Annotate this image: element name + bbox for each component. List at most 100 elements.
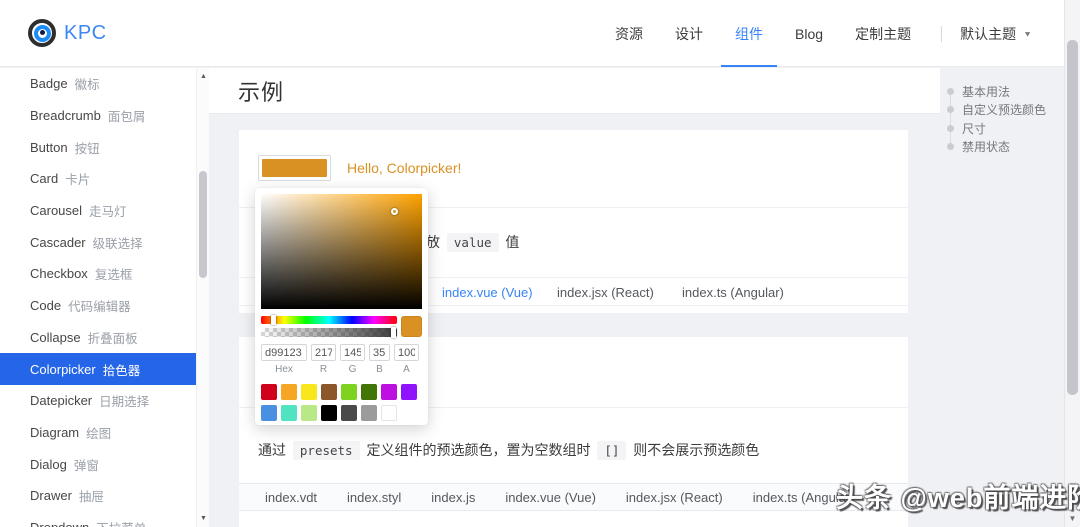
toc-bullet-icon xyxy=(947,88,954,95)
sidebar-scrollbar[interactable]: ▲ ▼ xyxy=(196,68,209,527)
alpha-slider[interactable] xyxy=(261,328,397,337)
sidebar-item-datepicker[interactable]: Datepicker日期选择 xyxy=(0,385,196,417)
kpc-logo-icon xyxy=(28,19,56,47)
alpha-input[interactable] xyxy=(394,344,419,361)
preset-color-swatch[interactable] xyxy=(401,384,417,400)
toc-bullet-icon xyxy=(947,106,954,113)
toc-item[interactable]: 尺寸 xyxy=(947,119,1077,138)
preset-color-swatch[interactable] xyxy=(341,384,357,400)
toc-item[interactable]: 基本用法 xyxy=(947,82,1077,101)
saturation-panel[interactable] xyxy=(261,194,422,309)
preset-color-swatch[interactable] xyxy=(341,405,357,421)
nav-item[interactable]: 设计 xyxy=(675,0,703,67)
preset-color-swatch[interactable] xyxy=(381,384,397,400)
blue-label: B xyxy=(376,364,383,375)
scroll-up-icon[interactable]: ▲ xyxy=(197,73,210,80)
component-sidebar: Badge徽标Breadcrumb面包屑Button按钮Card卡片Carous… xyxy=(0,68,196,527)
page-scrollbar-thumb[interactable] xyxy=(1067,40,1078,395)
sidebar-item-badge[interactable]: Badge徽标 xyxy=(0,68,196,100)
preset-color-swatch[interactable] xyxy=(321,384,337,400)
file-tab[interactable]: index.jsx (React) xyxy=(626,490,723,505)
logo-text: KPC xyxy=(64,22,107,45)
preset-color-swatch[interactable] xyxy=(361,384,377,400)
hue-slider-handle[interactable] xyxy=(271,315,276,325)
preset-colors xyxy=(261,384,422,421)
kpc-logo[interactable]: KPC xyxy=(28,19,107,47)
file-tab[interactable]: index.vue (Vue) xyxy=(442,278,533,306)
sidebar-item-dialog[interactable]: Dialog弹窗 xyxy=(0,448,196,480)
toc-list: 基本用法自定义预选颜色尺寸禁用状态 xyxy=(947,82,1077,156)
nav-item[interactable]: Blog xyxy=(795,0,823,67)
nav-item[interactable]: 资源 xyxy=(615,0,643,67)
toc-item[interactable]: 自定义预选颜色 xyxy=(947,101,1077,120)
sidebar-item-diagram[interactable]: Diagram绘图 xyxy=(0,417,196,449)
colorpicker-trigger[interactable] xyxy=(258,155,331,181)
preset-color-swatch[interactable] xyxy=(281,405,297,421)
watermark: 头条 @web前端进阶 xyxy=(836,476,1080,515)
example2-desc: 通过 presets 定义组件的预选颜色，置为空数组时 [] 则不会展示预选颜色 xyxy=(258,440,759,460)
swatch-fill xyxy=(262,159,327,177)
alpha-slider-handle[interactable] xyxy=(391,327,396,338)
nav-item[interactable]: 组件 xyxy=(735,0,763,67)
preset-row-2 xyxy=(261,405,422,421)
hello-text: Hello, Colorpicker! xyxy=(347,160,461,176)
preset-color-swatch[interactable] xyxy=(301,384,317,400)
inline-code: value xyxy=(447,233,499,252)
section-header: 示例 xyxy=(209,68,940,114)
preset-color-swatch[interactable] xyxy=(301,405,317,421)
preset-color-swatch[interactable] xyxy=(281,384,297,400)
preset-row-1 xyxy=(261,384,422,400)
file-tab[interactable]: index.styl xyxy=(347,490,401,505)
sidebar-item-breadcrumb[interactable]: Breadcrumb面包屑 xyxy=(0,100,196,132)
sidebar-item-dropdown[interactable]: Dropdown下拉菜单 xyxy=(0,512,196,527)
preset-color-swatch[interactable] xyxy=(381,405,397,421)
sidebar-menu: Badge徽标Breadcrumb面包屑Button按钮Card卡片Carous… xyxy=(0,68,196,527)
alpha-label: A xyxy=(403,364,410,375)
green-label: G xyxy=(349,364,357,375)
sidebar-item-checkbox[interactable]: Checkbox复选框 xyxy=(0,258,196,290)
saturation-cursor[interactable] xyxy=(391,208,398,215)
sidebar-scrollbar-thumb[interactable] xyxy=(199,171,207,278)
toc-item[interactable]: 禁用状态 xyxy=(947,138,1077,157)
file-tab[interactable]: index.vdt xyxy=(265,490,317,505)
toc-bullet-icon xyxy=(947,125,954,132)
file-tab[interactable]: index.jsx (React) xyxy=(557,278,654,306)
preset-color-swatch[interactable] xyxy=(261,405,277,421)
sidebar-item-colorpicker[interactable]: Colorpicker拾色器 xyxy=(0,353,196,385)
colorpicker-popup: Hex R G B A xyxy=(255,188,428,425)
nav-item[interactable]: 定制主题 xyxy=(855,0,911,67)
inline-code: [] xyxy=(597,441,626,460)
top-navbar: KPC 资源设计组件 Blog 定制主题 默认主题 ▼ xyxy=(0,0,1080,67)
hue-slider[interactable] xyxy=(261,316,397,324)
scroll-down-icon[interactable]: ▼ xyxy=(1065,514,1080,523)
scroll-down-icon[interactable]: ▼ xyxy=(197,515,210,522)
sidebar-item-button[interactable]: Button按钮 xyxy=(0,131,196,163)
sidebar-item-carousel[interactable]: Carousel走马灯 xyxy=(0,195,196,227)
page-scrollbar[interactable]: ▼ xyxy=(1064,0,1080,527)
chevron-down-icon: ▼ xyxy=(1023,29,1032,38)
file-tab[interactable]: index.js xyxy=(431,490,475,505)
toc: 基本用法自定义预选颜色尺寸禁用状态 xyxy=(947,82,1077,156)
color-preview xyxy=(401,316,422,337)
red-input[interactable] xyxy=(311,344,336,361)
preset-color-swatch[interactable] xyxy=(321,405,337,421)
red-label: R xyxy=(320,364,327,375)
sidebar-item-collapse[interactable]: Collapse折叠面板 xyxy=(0,322,196,354)
sidebar-item-card[interactable]: Card卡片 xyxy=(0,163,196,195)
theme-dropdown[interactable]: 默认主题 ▼ xyxy=(960,24,1032,44)
blue-input[interactable] xyxy=(369,344,390,361)
sidebar-item-drawer[interactable]: Drawer抽屉 xyxy=(0,480,196,512)
hex-label: Hex xyxy=(275,364,293,375)
example1-desc: 放 value 值 xyxy=(426,232,519,252)
hex-input[interactable] xyxy=(261,344,307,361)
nav-menu: 资源设计组件 Blog 定制主题 xyxy=(599,0,927,67)
preset-color-swatch[interactable] xyxy=(261,384,277,400)
toc-bullet-icon xyxy=(947,143,954,150)
green-input[interactable] xyxy=(340,344,365,361)
sidebar-item-cascader[interactable]: Cascader级联选择 xyxy=(0,226,196,258)
sidebar-item-code[interactable]: Code代码编辑器 xyxy=(0,290,196,322)
preset-color-swatch[interactable] xyxy=(361,405,377,421)
file-tab[interactable]: index.ts (Angular) xyxy=(682,278,784,306)
file-tab[interactable]: index.vue (Vue) xyxy=(505,490,596,505)
example2-tabs: index.vdt index.styl index.js index.vue (Vu… xyxy=(239,483,908,511)
